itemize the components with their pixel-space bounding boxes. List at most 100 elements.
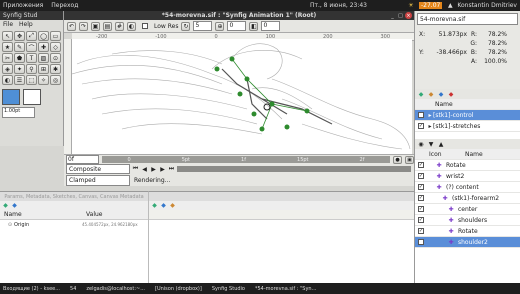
prev-frame-icon[interactable]: ◀ (141, 166, 148, 173)
places-menu[interactable]: Переход (51, 2, 78, 9)
tool-icon[interactable]: ✧ (38, 75, 49, 85)
close-icon[interactable]: × (405, 12, 412, 19)
layer-visibility-checkbox[interactable]: ✓ (418, 217, 424, 223)
taskbar-item[interactable]: *54-morevna.sif : "Syn... (255, 286, 316, 292)
past-keyframe-spin[interactable]: 0 (227, 21, 247, 31)
taskbar-item[interactable]: Входящие (2) - ksee... (3, 286, 60, 292)
tool-icon[interactable]: ⚲ (26, 64, 37, 74)
zoom-icon[interactable]: ⊕ (215, 21, 225, 31)
tool-icon[interactable]: ↖ (2, 31, 13, 41)
timetrack-tab-icon[interactable]: ◆ (151, 202, 158, 209)
layer-row[interactable]: ✓ ▸ [stk1]-control (415, 110, 520, 121)
bone-handle[interactable] (304, 108, 310, 114)
animate-mode-icon[interactable]: ● (393, 155, 402, 164)
next-frame-icon[interactable]: ▶ (159, 166, 166, 173)
bone-handle[interactable] (214, 66, 220, 72)
bone-handle[interactable] (237, 91, 243, 97)
layer-row[interactable]: ✓ ✚ shoulder2 (415, 237, 520, 248)
bone-handle[interactable] (259, 126, 265, 132)
redo-icon[interactable]: ↷ (79, 21, 88, 31)
metadata-tab-icon[interactable]: ◆ (11, 202, 18, 209)
toolbox-titlebar[interactable]: Synfig Stud (0, 11, 63, 20)
render-icon[interactable]: ▣ (91, 21, 100, 31)
bone-handle[interactable] (251, 111, 257, 117)
preview-icon[interactable]: ▤ (103, 21, 112, 31)
clock[interactable]: Пт., 8 июня, 23:43 (310, 2, 367, 9)
layer-row[interactable]: ✓ ✚ (?) content (415, 182, 520, 193)
tool-icon[interactable]: ◈ (2, 64, 13, 74)
quality-spin[interactable]: 5 (193, 21, 213, 31)
menu-file[interactable]: File (3, 21, 13, 28)
layers-tab-icon[interactable]: ◆ (417, 91, 425, 98)
tool-icon[interactable]: ◐ (2, 75, 13, 85)
time-slider[interactable]: 0 5pt 1f 15pt 2f (102, 156, 390, 163)
layer-row[interactable]: ✓ ✚ shoulders (415, 215, 520, 226)
column-header-name[interactable]: Name (465, 151, 483, 158)
tool-icon[interactable]: ⬟ (14, 53, 25, 63)
future-keyframe-spin[interactable]: 0 (261, 21, 281, 31)
taskbar-item[interactable]: 54 (70, 286, 76, 292)
refresh-icon[interactable]: ↻ (181, 21, 191, 31)
layer-row[interactable]: ✓ ✚ wrist2 (415, 171, 520, 182)
layer-row[interactable]: ✓ ▸ [stk1]-stretches (415, 121, 520, 132)
frame-field[interactable]: 0f (66, 155, 99, 164)
lower-layer-icon[interactable]: ▼ (427, 141, 435, 148)
canvas-titlebar[interactable]: *54-morevna.sif : "Synfig Animation 1" (… (64, 11, 414, 20)
tool-icon[interactable]: ✥ (14, 31, 25, 41)
taskbar-item[interactable]: zelgadis@localhost:~... (86, 286, 145, 292)
tool-icon[interactable]: ⊙ (50, 53, 61, 63)
minimize-icon[interactable]: _ (389, 12, 396, 19)
tool-icon[interactable]: ☰ (14, 75, 25, 85)
tool-icon[interactable]: ▨ (38, 53, 49, 63)
layer-visibility-checkbox[interactable]: ✓ (418, 123, 424, 129)
raise-layer-icon[interactable]: ▲ (437, 141, 445, 148)
grid-icon[interactable]: # (115, 21, 124, 31)
onion-skin-icon[interactable]: ◐ (127, 21, 136, 31)
tool-icon[interactable]: ▭ (50, 31, 61, 41)
low-res-checkbox[interactable] (142, 23, 148, 29)
tool-icon[interactable]: ✂ (2, 53, 13, 63)
undo-icon[interactable]: ↶ (67, 21, 76, 31)
keyframes-tab-icon[interactable]: ◆ (169, 202, 176, 209)
taskbar-item[interactable]: [Unison (dropbox)] (155, 286, 202, 292)
eye-icon[interactable]: ◉ (417, 141, 425, 148)
tool-icon[interactable]: ⬚ (26, 75, 37, 85)
timetrack-bar[interactable] (177, 166, 411, 172)
weather-icon[interactable]: ☀ (407, 2, 415, 9)
tool-icon[interactable]: ★ (2, 42, 13, 52)
tool-icon[interactable]: ✦ (14, 64, 25, 74)
layer-visibility-checkbox[interactable]: ✓ (418, 195, 424, 201)
curves-tab-icon[interactable]: ◆ (160, 202, 167, 209)
width-spin[interactable]: 1.00pt (2, 107, 35, 118)
tool-icon[interactable]: ◯ (38, 31, 49, 41)
tool-icon[interactable]: ◇ (50, 42, 61, 52)
onion-past-icon[interactable]: ◧ (249, 21, 259, 31)
maximize-icon[interactable]: □ (397, 12, 404, 19)
param-row[interactable]: ⊙ Origin 45.404572px, 24.962180px (0, 220, 148, 229)
bone-handle[interactable] (229, 56, 235, 62)
tool-icon[interactable]: ✱ (50, 64, 61, 74)
drawing-canvas[interactable] (72, 39, 412, 154)
tool-icon[interactable]: ◎ (50, 75, 61, 85)
sets-tab-icon[interactable]: ◆ (437, 91, 445, 98)
column-header-value[interactable]: Value (86, 211, 102, 218)
layer-visibility-checkbox[interactable]: ✓ (418, 228, 424, 234)
layer-visibility-checkbox[interactable]: ✓ (418, 162, 424, 168)
interpolation-combo[interactable]: Clamped (66, 174, 130, 186)
param-value[interactable]: 45.404572px, 24.962180px (82, 222, 138, 227)
tool-icon[interactable]: ⊞ (38, 64, 49, 74)
keyframe-lock-icon[interactable]: ▣ (405, 155, 414, 164)
layer-row[interactable]: ✓ ✚ (stk1)-forearm2 (415, 193, 520, 204)
tool-icon[interactable]: ✚ (38, 42, 49, 52)
layer-visibility-checkbox[interactable]: ✓ (418, 184, 424, 190)
seek-begin-icon[interactable]: ⏮ (132, 165, 139, 173)
params-tab-icon[interactable]: ◆ (2, 202, 9, 209)
layer-row[interactable]: ✓ ✚ center (415, 204, 520, 215)
tool-icon[interactable]: ⤢ (26, 31, 37, 41)
fill-color-swatch[interactable] (23, 89, 41, 105)
tool-icon[interactable]: ⌒ (26, 42, 37, 52)
timetrack-area[interactable] (149, 210, 414, 220)
layer-visibility-checkbox[interactable]: ✓ (418, 206, 424, 212)
history-tab-icon[interactable]: ◆ (447, 91, 455, 98)
tool-icon[interactable]: ✎ (14, 42, 25, 52)
